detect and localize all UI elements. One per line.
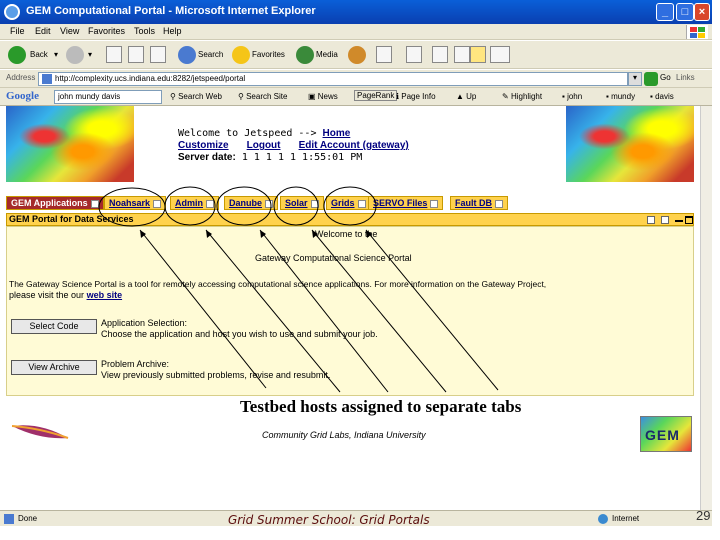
- highlight-ellipse-admin: [164, 186, 216, 226]
- annotation-overlay: [98, 186, 499, 393]
- gem-logo-text: GEM: [645, 427, 680, 443]
- internet-zone-icon: [598, 514, 608, 524]
- highlight-ellipse-solar: [273, 186, 319, 226]
- cgl-credit: Community Grid Labs, Indiana University: [262, 430, 426, 440]
- highlight-ellipse-danube: [216, 186, 272, 226]
- arrow-line-grids: [365, 229, 499, 391]
- page-done-icon: [4, 514, 14, 524]
- arrow-line-danube: [259, 229, 389, 393]
- highlight-ellipse-noahsark: [98, 187, 166, 227]
- apache-feather-icon: [11, 425, 69, 439]
- arrow-line-admin: [205, 229, 341, 393]
- status-zone: Internet: [612, 514, 640, 523]
- gem-logo: GEM: [640, 416, 692, 452]
- annotation-caption: Testbed hosts assigned to separate tabs: [240, 397, 522, 416]
- slide-number: 29: [696, 508, 711, 523]
- slide-footer: Grid Summer School: Grid Portals: [228, 513, 430, 527]
- arrow-line-solar: [311, 229, 447, 393]
- arrow-line-noahsark: [139, 229, 267, 389]
- highlight-ellipse-grids: [323, 186, 377, 226]
- status-done: Done: [18, 514, 38, 523]
